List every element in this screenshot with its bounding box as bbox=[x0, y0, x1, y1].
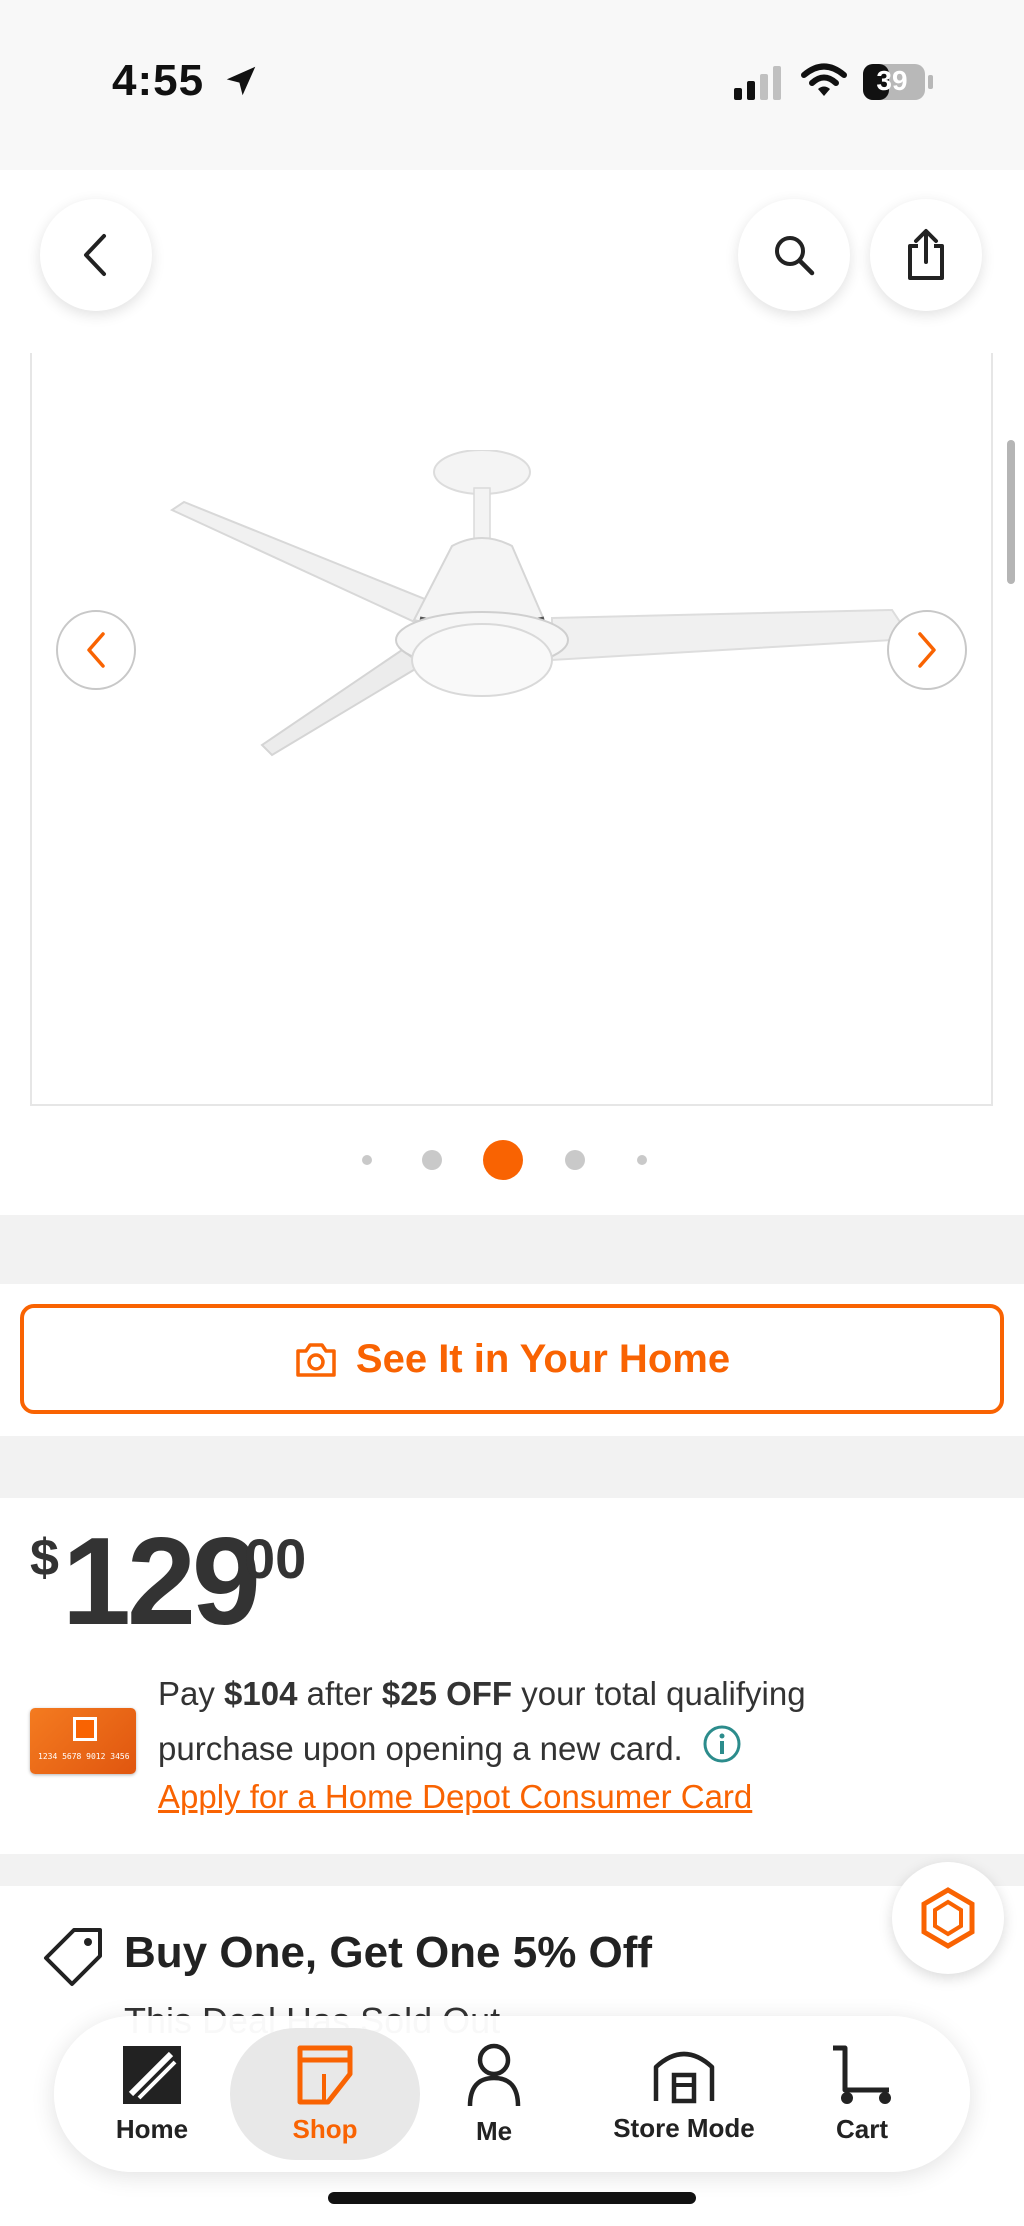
price-cents: 00 bbox=[244, 1527, 307, 1590]
hexagon-assistant-icon bbox=[921, 1887, 975, 1949]
camera-icon bbox=[296, 1343, 336, 1377]
gallery-pagination bbox=[0, 1138, 1024, 1182]
tab-home-label: Home bbox=[115, 2113, 189, 2144]
home-depot-logo-icon bbox=[123, 2045, 181, 2104]
tab-cart-label: Cart bbox=[835, 2113, 888, 2144]
product-image bbox=[169, 450, 902, 757]
tab-me[interactable]: Me bbox=[444, 2016, 544, 2172]
pagination-dot[interactable] bbox=[422, 1150, 442, 1170]
apply-card-link[interactable]: Apply for a Home Depot Consumer Card bbox=[158, 1778, 752, 1816]
pagination-dot-active[interactable] bbox=[483, 1140, 523, 1180]
see-it-in-your-home-button[interactable]: See It in Your Home bbox=[20, 1304, 1004, 1414]
tab-shop[interactable]: Shop bbox=[230, 2028, 420, 2160]
share-button[interactable] bbox=[870, 199, 982, 311]
search-button[interactable] bbox=[738, 199, 850, 311]
tab-shop-label: Shop bbox=[292, 2113, 358, 2144]
back-button[interactable] bbox=[40, 199, 152, 311]
promo-discount: $25 OFF bbox=[381, 1675, 513, 1712]
card-number: 1234 5678 9012 3456 bbox=[38, 1752, 130, 1761]
credit-card-image: 1234 5678 9012 3456 bbox=[30, 1708, 136, 1774]
tag-icon bbox=[44, 1928, 102, 1986]
price-currency: $ bbox=[30, 1529, 59, 1587]
cart-icon bbox=[833, 2045, 891, 2104]
deal-title[interactable]: Buy One, Get One 5% Off bbox=[124, 1928, 652, 1978]
scroll-indicator[interactable] bbox=[1007, 440, 1015, 584]
info-icon[interactable] bbox=[702, 1724, 742, 1764]
tab-store-mode-label: Store Mode bbox=[613, 2112, 755, 2143]
tab-home[interactable]: Home bbox=[94, 2016, 210, 2172]
tab-store-mode[interactable]: Store Mode bbox=[584, 2016, 784, 2172]
person-icon bbox=[467, 2043, 521, 2106]
price-section: $ 129 00 1234 5678 9012 3456 Pay $104 af… bbox=[0, 1498, 1024, 1854]
shop-icon bbox=[297, 2045, 353, 2104]
home-depot-logo-icon bbox=[73, 1717, 97, 1741]
bottom-tab-bar: Home Shop Me Store Mode Cart bbox=[54, 2016, 970, 2172]
promo-pay-amount: $104 bbox=[224, 1675, 298, 1712]
gallery-prev-button[interactable] bbox=[56, 610, 136, 690]
product-image-frame[interactable] bbox=[30, 353, 993, 1106]
product-gallery bbox=[0, 170, 1024, 1215]
ar-section: See It in Your Home bbox=[0, 1284, 1024, 1436]
search-icon bbox=[775, 236, 815, 276]
share-icon bbox=[908, 229, 944, 280]
card-promo-text: Pay $104 after $25 OFF your total qualif… bbox=[158, 1675, 806, 1767]
chevron-left-icon bbox=[84, 234, 106, 276]
tab-me-label: Me bbox=[475, 2115, 513, 2146]
assistant-button[interactable] bbox=[892, 1862, 1004, 1974]
pagination-dot[interactable] bbox=[362, 1155, 372, 1165]
store-icon bbox=[653, 2051, 715, 2103]
tab-cart[interactable]: Cart bbox=[804, 2016, 920, 2172]
gallery-next-button[interactable] bbox=[887, 610, 967, 690]
status-bar: 4:55 39 bbox=[0, 0, 1024, 170]
status-time: 4:55 bbox=[112, 56, 205, 105]
cellular-signal-icon bbox=[734, 66, 781, 100]
chevron-right-icon bbox=[918, 632, 936, 668]
home-indicator bbox=[328, 2192, 696, 2204]
wifi-icon bbox=[801, 63, 847, 96]
pagination-dot[interactable] bbox=[565, 1150, 585, 1170]
battery-level: 39 bbox=[876, 65, 908, 96]
price-dollars: 129 bbox=[62, 1513, 261, 1651]
pagination-dot[interactable] bbox=[637, 1155, 647, 1165]
chevron-left-icon bbox=[87, 632, 105, 668]
location-arrow-icon bbox=[226, 66, 256, 96]
see-it-in-your-home-label: See It in Your Home bbox=[355, 1336, 731, 1381]
